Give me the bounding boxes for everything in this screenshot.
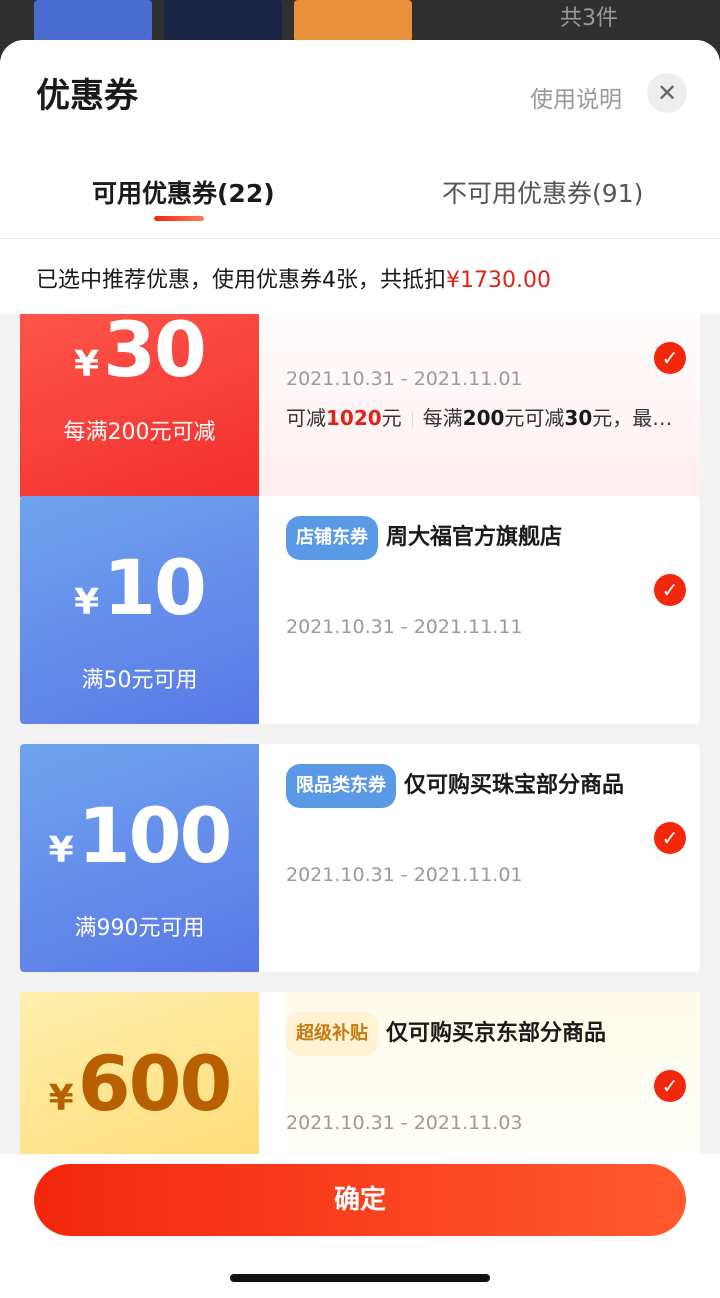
discount-summary: 已选中推荐优惠，使用优惠券4张，共抵扣¥1730.00 (36, 262, 551, 294)
checkmark-icon[interactable]: ✓ (654, 822, 686, 854)
coupon-date: 2021.10.31 - 2021.11.03 (286, 1112, 523, 1134)
currency-symbol: ¥ (48, 830, 74, 871)
tab-unavailable[interactable]: 不可用优惠券(91) (442, 174, 643, 210)
coupon-detail: 限品类东券 仅可购买珠宝部分商品 2021.10.31 - 2021.11.01 … (286, 744, 700, 972)
currency-symbol: ¥ (48, 1078, 74, 1119)
coupon-tag: 限品类东券 (286, 764, 396, 808)
coupon-detail: 2021.10.31 - 2021.11.01 可减1020元 每满200元可减3… (286, 314, 700, 500)
product-thumbnail (294, 0, 412, 42)
desc-text: 元可减 (504, 406, 565, 430)
coupon-card[interactable]: ¥30 每满200元可减 2021.10.31 - 2021.11.01 可减1… (20, 314, 700, 500)
item-count: 共3件 (560, 6, 618, 31)
coupon-amount: 100 (77, 791, 233, 880)
currency-symbol: ¥ (74, 344, 100, 385)
coupon-value: ¥10 (20, 550, 259, 626)
coupon-value-panel: ¥10 满50元可用 (20, 496, 259, 724)
tab-available[interactable]: 可用优惠券(22) (92, 174, 275, 210)
coupon-date: 2021.10.31 - 2021.11.01 (286, 368, 523, 390)
coupon-value: ¥30 (20, 314, 259, 388)
coupon-condition: 满990元可用 (74, 916, 205, 941)
separator (411, 411, 413, 428)
coupon-value: ¥600 (20, 1046, 259, 1122)
coupon-amount: 10 (103, 543, 207, 632)
desc-unit: 元 (381, 406, 402, 430)
coupon-value-panel: ¥100 满990元可用 (20, 744, 259, 972)
desc-number: 30 (564, 406, 593, 430)
coupon-condition: 每满200元可减 (63, 420, 216, 445)
coupon-date: 2021.10.31 - 2021.11.01 (286, 864, 523, 886)
coupon-title-text: 周大福官方旗舰店 (386, 525, 563, 550)
product-thumbnail (34, 0, 152, 42)
coupon-title: 限品类东券 仅可购买珠宝部分商品 (286, 764, 646, 808)
checkmark-icon[interactable]: ✓ (654, 574, 686, 606)
coupon-value-panel: ¥30 每满200元可减 (20, 314, 259, 500)
desc-amount: 1020 (326, 406, 382, 430)
coupon-date: 2021.10.31 - 2021.11.11 (286, 616, 523, 638)
coupon-title: 超级补贴 仅可购买京东部分商品 (286, 1012, 646, 1056)
usage-instructions-link[interactable]: 使用说明 (530, 80, 622, 114)
summary-text: 已选中推荐优惠，使用优惠券4张，共抵扣 (36, 268, 446, 293)
desc-text: 每满 (422, 406, 463, 430)
coupon-title-text: 仅可购买京东部分商品 (386, 1021, 607, 1046)
coupon-sheet: 优惠券 使用说明 ✕ 可用优惠券(22) 不可用优惠券(91) 已选中推荐优惠，… (0, 40, 720, 1298)
coupon-value-panel: ¥600 (20, 992, 259, 1154)
coupon-tag: 店铺东券 (286, 516, 378, 560)
desc-prefix: 可减 (286, 406, 326, 430)
confirm-button[interactable]: 确定 (34, 1164, 686, 1236)
coupon-title: 店铺东券 周大福官方旗舰店 (286, 516, 646, 560)
sheet-title: 优惠券 (36, 76, 138, 116)
coupon-card[interactable]: ¥100 满990元可用 限品类东券 仅可购买珠宝部分商品 2021.10.31 … (20, 744, 700, 972)
currency-symbol: ¥ (74, 582, 100, 623)
coupon-detail: 超级补贴 仅可购买京东部分商品 2021.10.31 - 2021.11.03 ✓ (286, 992, 700, 1154)
active-tab-indicator (154, 216, 204, 221)
coupon-title-text: 仅可购买珠宝部分商品 (404, 773, 625, 798)
coupon-card[interactable]: ¥600 超级补贴 仅可购买京东部分商品 2021.10.31 - 2021.11… (20, 992, 700, 1154)
checkmark-icon[interactable]: ✓ (654, 342, 686, 374)
coupon-amount: 600 (77, 1039, 233, 1128)
close-icon[interactable]: ✕ (647, 73, 687, 113)
coupon-amount: 30 (103, 314, 207, 394)
summary-amount: ¥1730.00 (446, 268, 551, 293)
coupon-condition: 满50元可用 (81, 668, 198, 693)
divider (0, 238, 720, 239)
sheet-footer: 确定 (0, 1154, 720, 1298)
checkmark-icon[interactable]: ✓ (654, 1070, 686, 1102)
coupon-detail: 店铺东券 周大福官方旗舰店 2021.10.31 - 2021.11.11 ✓ (286, 496, 700, 724)
product-thumbnail (164, 0, 282, 42)
coupon-card[interactable]: ¥10 满50元可用 店铺东券 周大福官方旗舰店 2021.10.31 - 202… (20, 496, 700, 724)
home-indicator (230, 1274, 490, 1282)
coupon-description: 可减1020元 每满200元可减30元，最… (286, 402, 672, 431)
desc-text: 元，最… (592, 406, 673, 430)
desc-number: 200 (462, 406, 505, 430)
coupon-list[interactable]: ¥30 每满200元可减 2021.10.31 - 2021.11.01 可减1… (0, 314, 720, 1154)
sheet-header: 优惠券 使用说明 ✕ 可用优惠券(22) 不可用优惠券(91) 已选中推荐优惠，… (0, 40, 720, 314)
coupon-tag: 超级补贴 (286, 1012, 378, 1056)
coupon-value: ¥100 (20, 798, 259, 874)
